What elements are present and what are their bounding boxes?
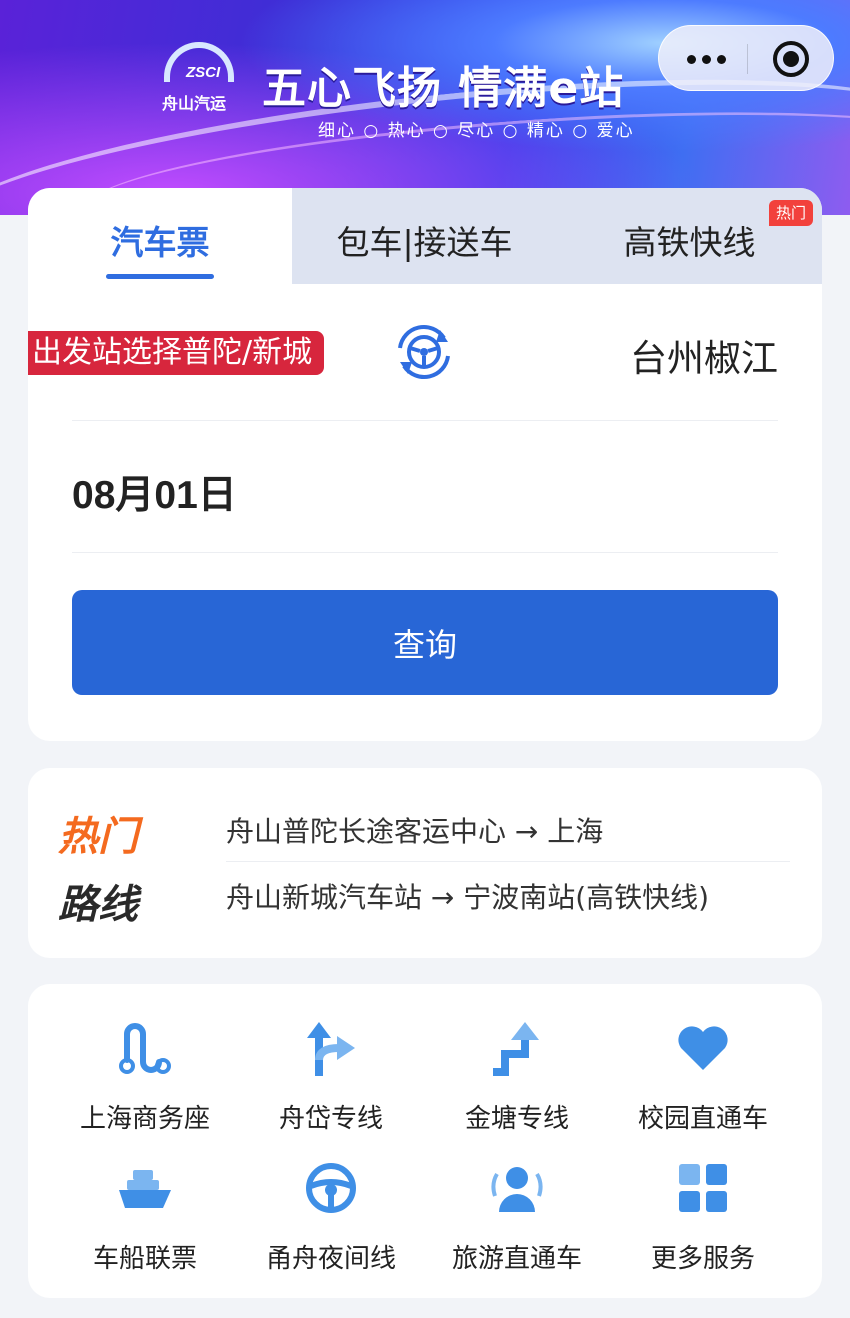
grid-icon xyxy=(679,1164,727,1212)
service-more[interactable]: 更多服务 xyxy=(610,1160,796,1275)
departure-station-selector[interactable]: 出发站选择普陀/新城 xyxy=(28,331,325,375)
route-icon xyxy=(119,1023,171,1074)
hot-routes-title: 热门 xyxy=(58,814,138,860)
service-label: 舟岱专线 xyxy=(278,1104,383,1134)
service-night-line[interactable]: 甬舟夜间线 xyxy=(238,1160,424,1275)
divider xyxy=(72,552,778,553)
users-icon xyxy=(491,1167,543,1212)
hot-route-item[interactable]: 舟山普陀长途客运中心 → 上海 xyxy=(226,810,603,850)
steering-wheel-icon xyxy=(306,1163,356,1213)
banner-slogan: 五心飞扬 情满e站 xyxy=(262,63,625,114)
more-dots-icon[interactable] xyxy=(679,44,733,74)
service-label: 更多服务 xyxy=(650,1244,755,1274)
target-close-icon[interactable] xyxy=(773,41,809,77)
service-zhoudai-line[interactable]: 舟岱专线 xyxy=(238,1020,424,1135)
divider xyxy=(72,420,778,421)
service-campus-express[interactable]: 校园直通车 xyxy=(610,1020,796,1135)
fork-arrow-icon xyxy=(307,1022,355,1076)
swap-stations-icon[interactable] xyxy=(390,318,458,386)
service-label: 金塘专线 xyxy=(464,1104,569,1134)
tab-charter[interactable]: 包车|接送车 xyxy=(292,216,557,264)
company-logo: ZSCI 舟山汽运 xyxy=(160,40,242,113)
service-shanghai-business[interactable]: 上海商务座 xyxy=(52,1020,238,1135)
service-tourism-express[interactable]: 旅游直通车 xyxy=(424,1160,610,1275)
service-label: 甬舟夜间线 xyxy=(265,1244,396,1274)
banner-slogan-sub: 细心 ○ 热心 ○ 尽心 ○ 精心 ○ 爱心 xyxy=(318,121,635,141)
logo-text: ZSCI xyxy=(186,64,221,81)
header-banner: ZSCI 舟山汽运 五心飞扬 情满e站 细心 ○ 热心 ○ 尽心 ○ 精心 ○ … xyxy=(0,0,850,215)
miniapp-capsule xyxy=(658,25,834,91)
hot-routes-subtitle: 路线 xyxy=(58,882,138,928)
departure-date[interactable]: 08月01日 xyxy=(72,464,237,520)
tab-bus-ticket[interactable]: 汽车票 xyxy=(28,216,292,264)
service-label: 上海商务座 xyxy=(79,1104,210,1134)
hot-routes-card: 热门 路线 舟山普陀长途客运中心 → 上海 舟山新城汽车站 → 宁波南站(高铁快… xyxy=(28,768,822,958)
arrival-station[interactable]: 台州椒江 xyxy=(630,328,778,382)
capsule-divider xyxy=(747,44,748,74)
hot-badge: 热门 xyxy=(769,200,814,226)
service-label: 车船联票 xyxy=(92,1244,197,1274)
service-jintang-line[interactable]: 金塘专线 xyxy=(424,1020,610,1135)
ticket-search-card: 汽车票 包车|接送车 高铁快线 热门 出发站选择普陀/新城 台州椒江 08月01… xyxy=(28,188,822,741)
ship-icon xyxy=(119,1170,171,1208)
service-label: 旅游直通车 xyxy=(451,1244,582,1274)
service-bus-ship-ticket[interactable]: 车船联票 xyxy=(52,1160,238,1275)
tab-bar: 汽车票 包车|接送车 高铁快线 热门 xyxy=(28,188,822,284)
divider xyxy=(226,861,790,862)
hot-route-item[interactable]: 舟山新城汽车站 → 宁波南站(高铁快线) xyxy=(226,876,709,916)
service-label: 校园直通车 xyxy=(637,1104,768,1134)
services-grid: 上海商务座 舟岱专线 金塘专线 校园直通车 车船联票 甬舟夜间线 旅游直通车 更… xyxy=(28,984,822,1298)
heart-icon xyxy=(678,1026,728,1070)
search-button[interactable]: 查询 xyxy=(72,590,778,695)
stair-arrow-icon xyxy=(493,1022,539,1076)
logo-subtitle: 舟山汽运 xyxy=(162,94,227,113)
tab-active-indicator xyxy=(106,274,214,279)
